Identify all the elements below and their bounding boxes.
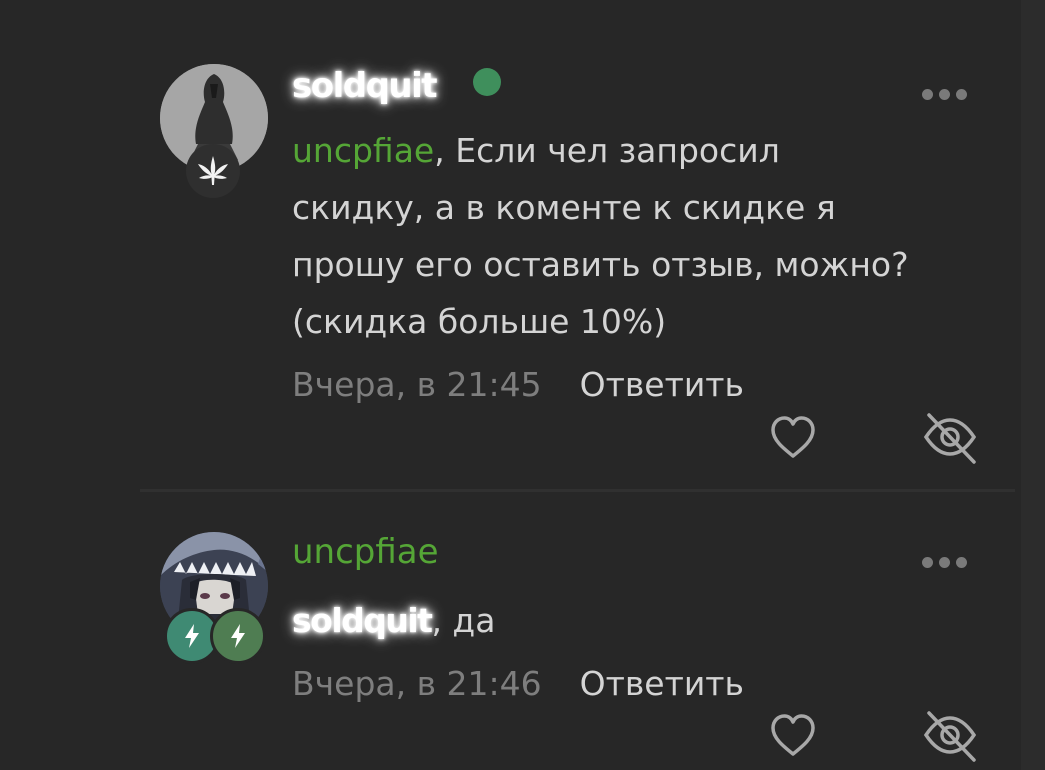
reply-button[interactable]: Ответить: [580, 664, 744, 703]
comment-meta: Вчера, в 21:45 Ответить: [292, 365, 744, 405]
heart-icon[interactable]: [765, 410, 821, 466]
comment-time: Вчера, в 21:46: [292, 664, 542, 703]
heart-icon[interactable]: [765, 708, 821, 764]
more-dots-icon[interactable]: [922, 557, 967, 568]
comment-author[interactable]: soldquit: [292, 66, 438, 106]
online-status-dot: [473, 68, 501, 96]
comment-item: uncpfiae soldquit, да Вчера, в 21:46 Отве…: [0, 492, 1045, 770]
user-badge[interactable]: [186, 144, 240, 198]
mention-link[interactable]: soldquit: [292, 601, 433, 640]
comment-text: uncpfiae, Если чел запросил скидку, а в …: [292, 122, 909, 350]
mention-link[interactable]: uncpfiae: [292, 131, 434, 170]
user-badge[interactable]: [210, 608, 266, 664]
comment-time: Вчера, в 21:45: [292, 365, 542, 404]
comment-item: soldquit uncpfiae, Если чел запросил ски…: [0, 0, 1045, 490]
cannabis-leaf-icon: [198, 156, 228, 185]
comment-text-line-4: (скидка больше 10%): [292, 302, 667, 341]
comment-meta: Вчера, в 21:46 Ответить: [292, 664, 744, 704]
comments-screen: soldquit uncpfiae, Если чел запросил ски…: [0, 0, 1045, 770]
reply-button[interactable]: Ответить: [580, 365, 744, 404]
comment-text-line-1: uncpfiae, Если чел запросил: [292, 131, 780, 170]
lightning-icon: [185, 624, 199, 648]
comment-text-line-1: soldquit, да: [292, 601, 496, 640]
comment-text-line-2: скидку, а в коменте к скидке я: [292, 188, 836, 227]
lightning-icon: [231, 624, 245, 648]
eye-off-icon[interactable]: [920, 705, 977, 762]
more-dots-icon[interactable]: [922, 89, 967, 100]
eye-off-icon[interactable]: [920, 407, 977, 464]
comment-author[interactable]: uncpfiae: [292, 532, 439, 572]
comment-text: soldquit, да: [292, 592, 495, 649]
comment-text-line-3: прошу его оставить отзыв, можно?: [292, 245, 909, 284]
